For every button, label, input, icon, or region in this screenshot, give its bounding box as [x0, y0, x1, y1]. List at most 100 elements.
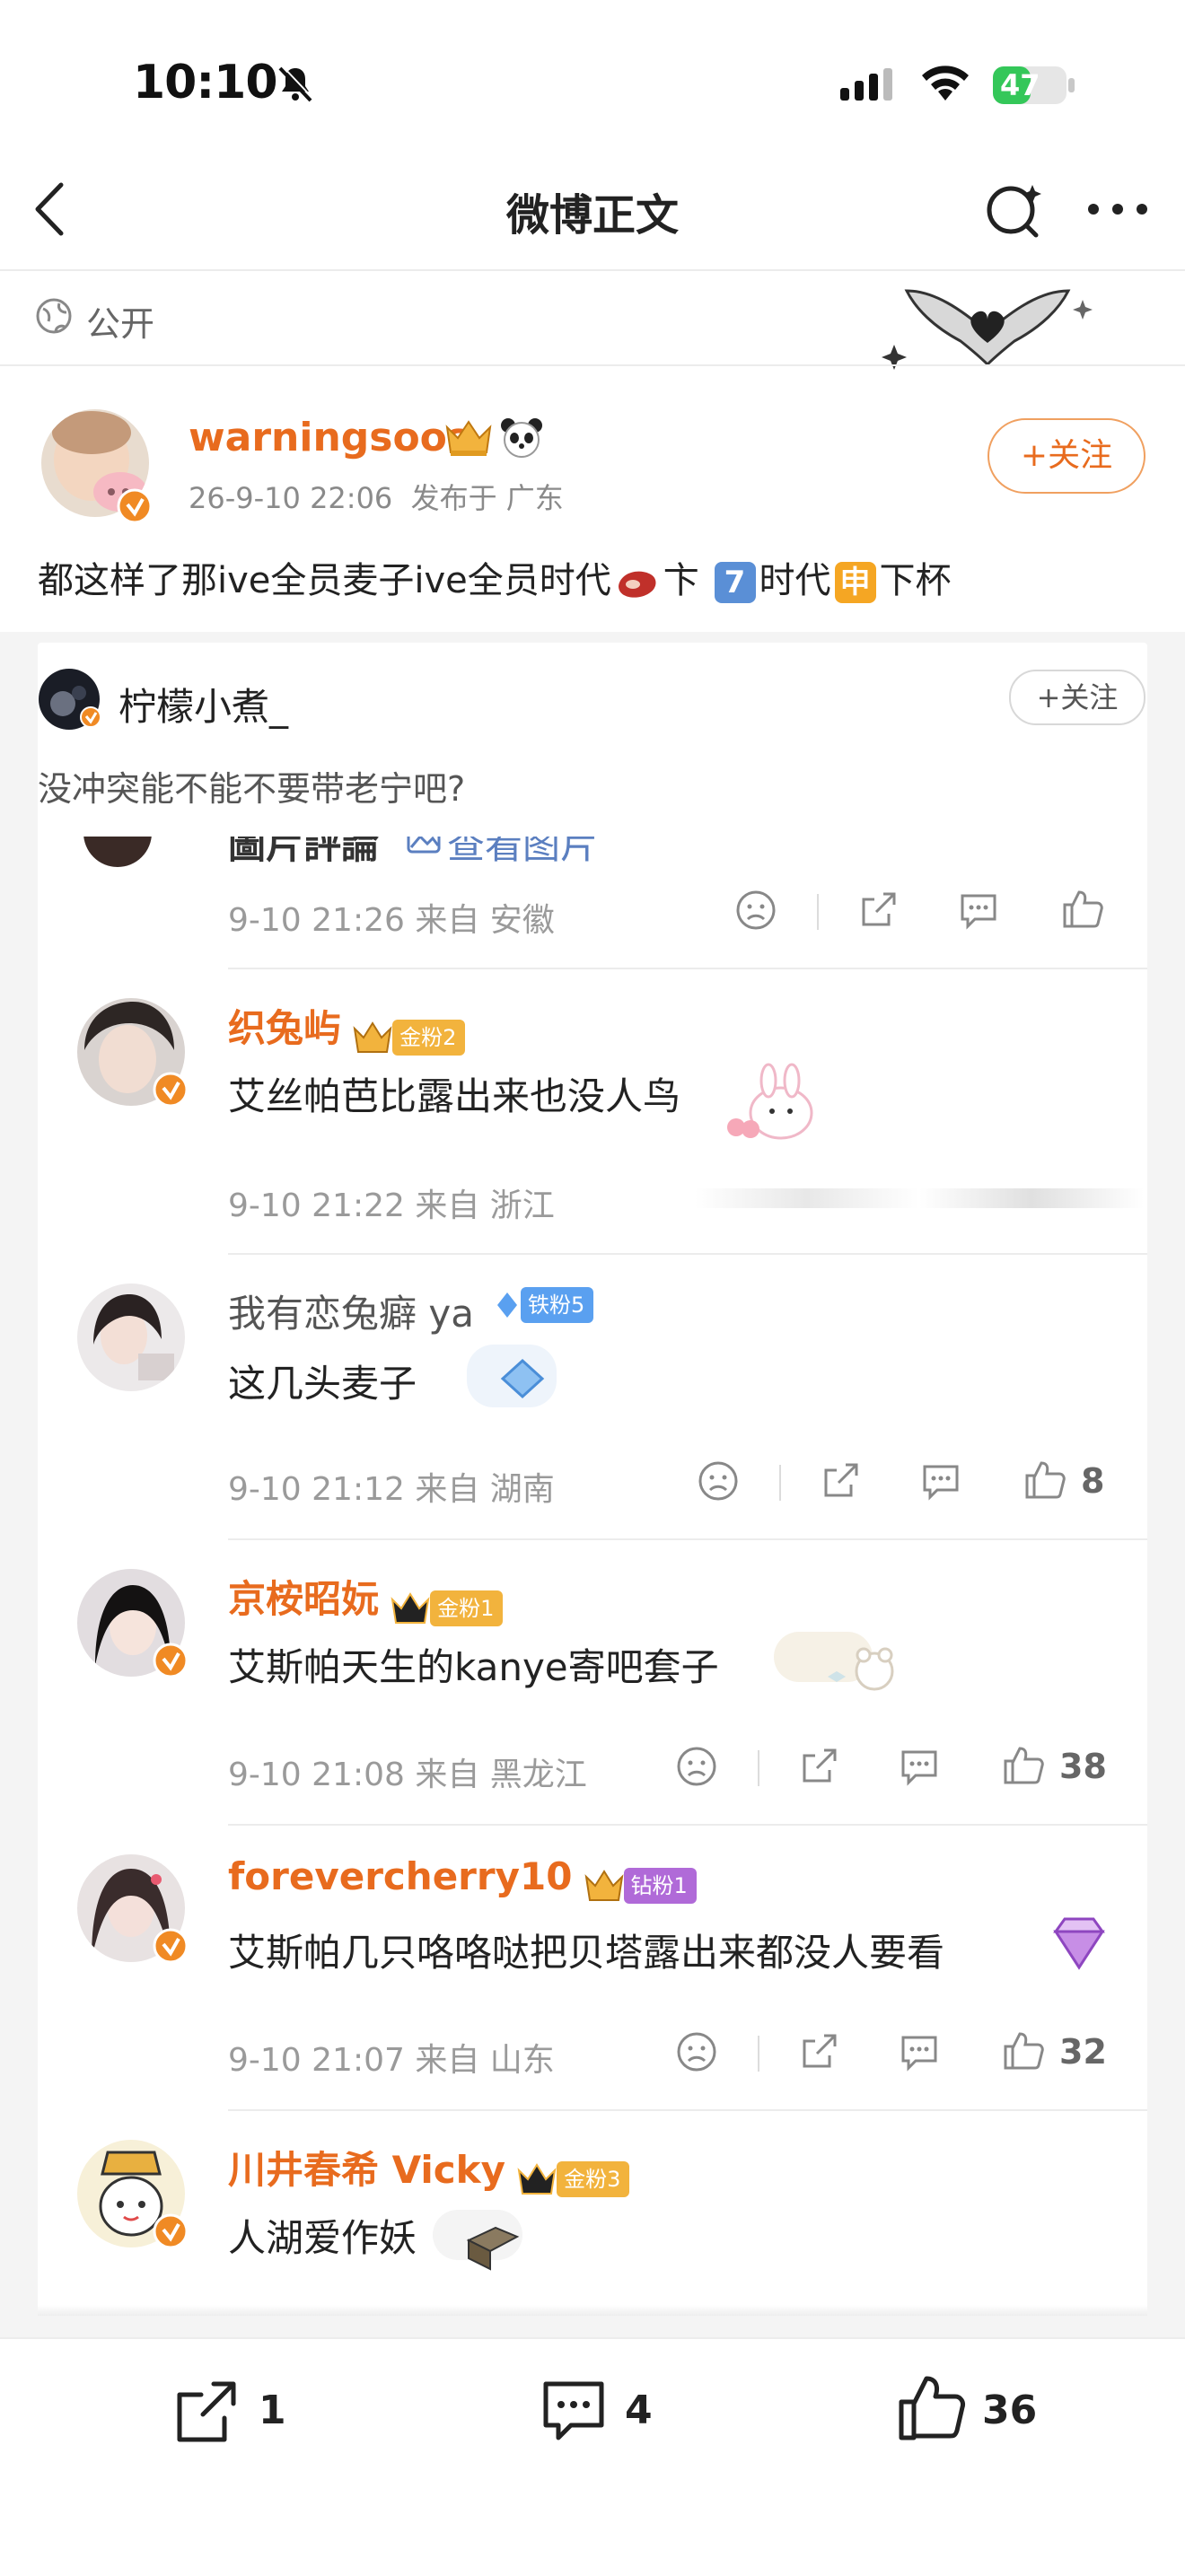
- comment-header: forevercherry10 钻粉1: [228, 1854, 697, 1904]
- comment-author-name[interactable]: 京桉昭妧: [228, 1577, 379, 1621]
- image-comment-label: 圖片評論: [228, 837, 380, 867]
- fan-badge: 金粉3: [557, 2160, 630, 2197]
- gem-sticker-icon: [1043, 1908, 1115, 1980]
- share-icon[interactable]: [819, 1459, 862, 1503]
- dislike-icon[interactable]: [697, 1459, 740, 1503]
- divider: [817, 894, 819, 930]
- row-divider: [228, 1253, 1147, 1255]
- crown-icon: [584, 1868, 624, 1904]
- row-divider: [228, 1824, 1147, 1826]
- shen-box: 申: [834, 562, 876, 603]
- comment-header: 织兔屿 金粉2: [228, 998, 466, 1056]
- decorative-heart-wings-icon: [871, 273, 1104, 372]
- post-location: 发布于 广东: [410, 481, 564, 515]
- post-text-1: 都这样了那ive全员麦子ive全员时代: [38, 560, 611, 601]
- like-icon[interactable]: [1000, 1743, 1045, 1788]
- chest-sticker-icon: [433, 2204, 531, 2276]
- blurred-actions: [695, 1188, 1144, 1208]
- post-date: 26-9-10 22:06: [189, 481, 393, 515]
- super-search-icon[interactable]: [984, 180, 1045, 241]
- screenshot-edge: [38, 2305, 1147, 2316]
- repost-follow-button[interactable]: +关注: [1009, 670, 1146, 725]
- dislike-icon[interactable]: [734, 889, 777, 932]
- crown-icon: [391, 1590, 430, 1626]
- share-icon[interactable]: [797, 2030, 840, 2073]
- battery-level: 47: [1000, 68, 1040, 102]
- verified-badge-icon: [117, 488, 153, 524]
- fan-badge: 铁粉5: [521, 1287, 594, 1323]
- follow-button[interactable]: +关注: [988, 418, 1146, 494]
- globe-icon: [34, 296, 74, 336]
- bell-muted-icon: [275, 63, 316, 104]
- nav-divider: [0, 269, 1185, 271]
- dislike-icon[interactable]: [675, 1745, 718, 1788]
- like-icon[interactable]: [1022, 1458, 1066, 1503]
- comment-screenshot: 圖片評論 查看图片 9-10 21:26 来自 安徽 织兔屿 金粉2 艾丝帕芭比…: [38, 837, 1147, 2316]
- comment-header: 川井春希 Vicky 金粉3: [228, 2140, 630, 2197]
- avatar: [81, 837, 154, 869]
- comment-meta: 9-10 21:07 来自 山东: [228, 2042, 555, 2079]
- comment-text: 艾斯帕天生的kanye寄吧套子: [228, 1645, 719, 1689]
- post-body: 都这样了那ive全员麦子ive全员时代 卞 7 时代申下杯: [38, 551, 952, 603]
- status-time: 10:10: [133, 56, 278, 110]
- comment-header: 京桉昭妧 金粉1: [228, 1569, 504, 1626]
- bunny-sticker-icon: [709, 1063, 826, 1143]
- divider: [779, 1465, 781, 1501]
- view-image-link[interactable]: 查看图片: [447, 837, 598, 870]
- comment-icon[interactable]: [898, 1745, 941, 1788]
- more-icon[interactable]: [1086, 203, 1149, 215]
- post-author-name[interactable]: warningsoos: [189, 415, 470, 460]
- share-icon[interactable]: [797, 1745, 840, 1788]
- verified-badge-icon: [153, 1928, 189, 1964]
- post-text-2: 卞: [663, 560, 699, 601]
- verified-badge-icon: [79, 705, 102, 729]
- comment-icon[interactable]: [957, 889, 1000, 932]
- like-count: 8: [1081, 1461, 1105, 1501]
- comment-icon[interactable]: [898, 2030, 941, 2073]
- crown-icon: [517, 2161, 557, 2197]
- fan-badge: 金粉2: [392, 1019, 466, 1056]
- comment-text: 艾丝帕芭比露出来也没人鸟: [228, 1074, 681, 1118]
- verified-badge-icon: [153, 2213, 189, 2249]
- verified-badge-icon: [153, 1643, 189, 1678]
- wifi-icon: [917, 63, 973, 104]
- comment-author-name[interactable]: forevercherry10: [228, 1854, 572, 1898]
- divider: [758, 2036, 759, 2072]
- divider: [758, 1750, 759, 1786]
- dislike-icon[interactable]: [675, 2030, 718, 2073]
- like-icon[interactable]: [894, 2371, 970, 2447]
- comment-meta: 9-10 21:12 来自 湖南: [228, 1471, 555, 1508]
- repost-text: 没冲突能不能不要带老宁吧?: [38, 769, 466, 809]
- avatar[interactable]: [75, 1282, 187, 1393]
- comment-author-name[interactable]: 川井春希 Vicky: [228, 2148, 505, 2192]
- post-text-4: 下杯: [879, 560, 952, 601]
- like-count: 36: [982, 2388, 1038, 2433]
- comment-meta: 9-10 21:26 来自 安徽: [228, 902, 555, 939]
- comment-icon[interactable]: [919, 1459, 962, 1503]
- row-divider: [228, 968, 1147, 969]
- like-count: 38: [1059, 1747, 1107, 1786]
- crown-icon: [353, 1020, 392, 1056]
- repost-author-name[interactable]: 柠檬小煮_: [118, 677, 288, 732]
- like-count: 32: [1059, 2032, 1107, 2072]
- repost-icon[interactable]: [171, 2377, 242, 2449]
- fan-badge-wrap: 铁粉5: [494, 1287, 594, 1323]
- comment-author-name[interactable]: 我有恋兔癖 ya: [228, 1284, 474, 1338]
- diamond-sticker-icon: [467, 1337, 566, 1418]
- cellular-signal-icon: [838, 66, 901, 102]
- verified-badge-icon: [153, 1072, 189, 1108]
- post-text-3: 时代: [759, 560, 831, 601]
- comment-author-name[interactable]: 织兔屿: [228, 1006, 341, 1050]
- comment-count: 4: [625, 2388, 653, 2433]
- comment-icon[interactable]: [537, 2375, 610, 2449]
- crown-icon: [443, 416, 494, 458]
- panda-icon: [499, 416, 544, 458]
- share-icon[interactable]: [856, 889, 900, 932]
- comment-meta: 9-10 21:08 来自 黑龙江: [228, 1757, 587, 1793]
- bottom-action-bar: [0, 2337, 1185, 2576]
- steak-emoji-icon: [615, 565, 660, 600]
- like-icon[interactable]: [1059, 887, 1104, 932]
- row-divider: [228, 1538, 1147, 1540]
- like-icon[interactable]: [1000, 2028, 1045, 2073]
- section-divider: [0, 364, 1185, 366]
